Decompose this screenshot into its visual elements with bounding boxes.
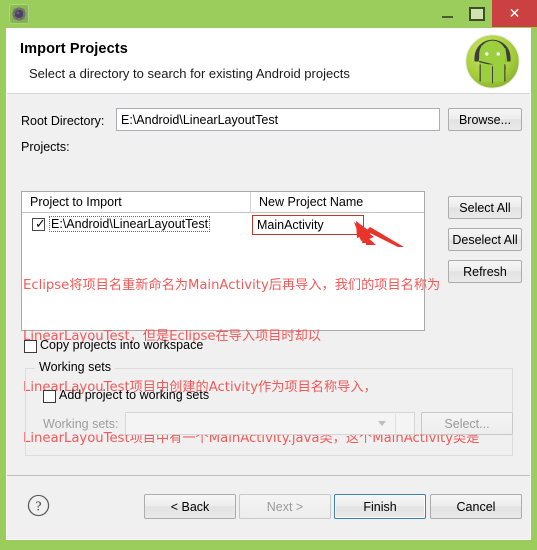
select-all-button[interactable]: Select All (448, 196, 522, 219)
add-project-to-working-sets-label: Add project to working sets (59, 388, 210, 402)
window-frame: ✕ Import Projects Select a directory to … (0, 0, 537, 550)
copy-projects-checkbox[interactable] (24, 340, 37, 353)
deselect-all-button[interactable]: Deselect All (448, 228, 522, 251)
cell-new-project-name-input[interactable]: MainActivity (252, 215, 364, 235)
add-project-to-working-sets-checkbox[interactable] (43, 390, 56, 403)
question-mark-icon[interactable]: ? (27, 494, 50, 517)
page-subtitle: Select a directory to search for existin… (29, 66, 350, 81)
app-gear-icon (9, 4, 29, 24)
column-header-project-to-import: Project to Import (30, 195, 122, 209)
minimize-icon (441, 16, 453, 18)
table-header-row: Project to Import New Project Name (22, 192, 424, 213)
back-button[interactable]: < Back (144, 494, 236, 519)
working-sets-select-button[interactable]: Select... (421, 412, 513, 435)
cancel-button[interactable]: Cancel (430, 494, 522, 519)
copy-projects-label: Copy projects into workspace (40, 338, 204, 352)
refresh-button[interactable]: Refresh (448, 260, 522, 283)
cell-project-to-import: E:\Android\LinearLayoutTest (48, 216, 211, 232)
root-directory-label: Root Directory: (21, 114, 105, 128)
finish-button[interactable]: Finish (334, 494, 426, 519)
working-sets-label: Working sets: (43, 417, 119, 431)
maximize-button[interactable] (462, 0, 492, 27)
gear-icon-svg (12, 7, 26, 21)
maximize-icon (469, 6, 485, 21)
svg-text:?: ? (36, 498, 42, 513)
minimize-button[interactable] (432, 0, 462, 27)
close-icon: ✕ (508, 5, 521, 21)
dialog-header: Import Projects Select a directory to se… (7, 29, 530, 94)
dialog-footer: ? < Back Next > Finish Cancel (7, 475, 530, 539)
import-projects-dialog: Import Projects Select a directory to se… (6, 28, 531, 540)
page-title: Import Projects (20, 41, 128, 57)
working-sets-combobox[interactable] (125, 412, 415, 435)
projects-label: Projects: (21, 140, 70, 154)
close-button[interactable]: ✕ (492, 0, 537, 27)
next-button: Next > (239, 494, 331, 519)
projects-table[interactable]: Project to Import New Project Name ✓ E:\… (21, 191, 425, 331)
root-directory-input[interactable]: E:\Android\LinearLayoutTest (116, 108, 440, 131)
checkmark-icon: ✓ (35, 216, 46, 231)
chevron-down-icon (378, 421, 386, 426)
working-sets-group-title: Working sets (35, 360, 116, 374)
title-bar[interactable]: ✕ (0, 0, 537, 28)
column-header-new-project-name: New Project Name (259, 195, 364, 209)
combo-divider (395, 414, 396, 433)
row-checkbox[interactable]: ✓ (32, 216, 46, 231)
dialog-content: Root Directory: E:\Android\LinearLayoutT… (7, 95, 530, 497)
browse-button[interactable]: Browse... (448, 108, 522, 131)
red-arrow-pointer-icon (354, 221, 404, 247)
android-robot-logo-icon (465, 34, 520, 89)
column-divider (250, 192, 251, 213)
